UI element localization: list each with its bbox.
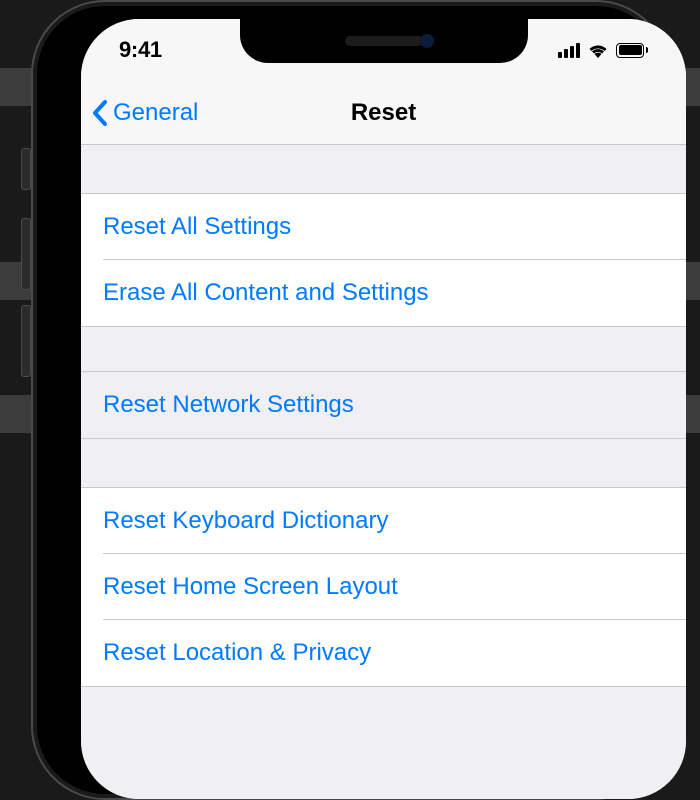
status-icons [558,42,648,58]
content-area: Reset All Settings Erase All Content and… [81,145,686,799]
reset-location-privacy-button[interactable]: Reset Location & Privacy [81,620,686,686]
volume-down-button [21,305,31,377]
back-button-label: General [113,99,198,127]
front-camera [420,34,434,48]
erase-all-content-button[interactable]: Erase All Content and Settings [81,260,686,326]
section-spacer [81,327,686,371]
list-item-label: Reset Home Screen Layout [103,573,398,600]
notch [240,19,528,63]
reset-group-3: Reset Keyboard Dictionary Reset Home Scr… [81,487,686,687]
reset-group-1: Reset All Settings Erase All Content and… [81,193,686,327]
reset-home-screen-button[interactable]: Reset Home Screen Layout [81,554,686,620]
speaker [345,36,423,46]
section-spacer [81,439,686,487]
section-spacer [81,145,686,193]
back-button[interactable]: General [91,99,198,127]
chevron-left-icon [91,99,109,127]
cellular-signal-icon [558,43,580,58]
reset-group-2: Reset Network Settings [81,371,686,439]
page-title: Reset [351,99,416,127]
mute-switch [21,148,31,190]
list-item-label: Reset Keyboard Dictionary [103,507,388,534]
list-item-label: Reset All Settings [103,213,291,240]
reset-network-settings-button[interactable]: Reset Network Settings [81,372,686,438]
battery-icon [616,43,648,58]
status-time: 9:41 [119,37,162,63]
list-item-label: Reset Location & Privacy [103,639,371,666]
phone-frame: 9:41 [31,0,670,800]
reset-all-settings-button[interactable]: Reset All Settings [81,194,686,260]
navigation-bar: General Reset [81,81,686,145]
list-item-label: Reset Network Settings [103,391,354,418]
screen: 9:41 [81,19,686,799]
list-item-label: Erase All Content and Settings [103,279,429,306]
wifi-icon [587,42,609,58]
reset-keyboard-dictionary-button[interactable]: Reset Keyboard Dictionary [81,488,686,554]
volume-up-button [21,218,31,290]
